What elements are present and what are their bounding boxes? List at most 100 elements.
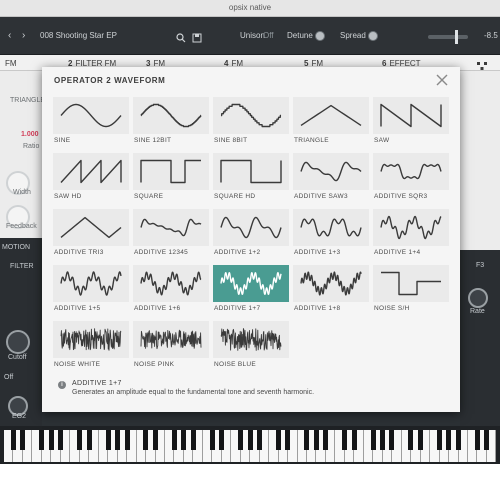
black-keys[interactable] — [4, 430, 496, 450]
black-key[interactable] — [238, 430, 244, 450]
waveform-option[interactable]: SAW HD — [53, 153, 129, 205]
search-icon[interactable] — [176, 30, 186, 48]
waveform-option[interactable]: TRIANGLE — [293, 97, 369, 149]
black-key[interactable] — [209, 430, 215, 450]
waveform-label: NOISE PINK — [134, 361, 175, 368]
waveform-option[interactable]: ADDITIVE 1+3 — [293, 209, 369, 261]
black-key[interactable] — [417, 430, 423, 450]
waveform-grid: SINE SINE 12BIT SINE 8BIT TRIANGLE SAW SAW HD… — [42, 67, 460, 377]
waveform-option[interactable]: ADDITIVE 1+4 — [373, 209, 449, 261]
black-key[interactable] — [181, 430, 187, 450]
black-key[interactable] — [389, 430, 395, 450]
waveform-option[interactable]: SINE 8BIT — [213, 97, 289, 149]
black-key[interactable] — [86, 430, 92, 450]
waveform-label: SAW HD — [54, 193, 82, 200]
saw-wave-icon — [373, 97, 449, 134]
additive-1-7-wave-icon — [213, 265, 289, 302]
black-key[interactable] — [219, 430, 225, 450]
waveform-picker-dialog: OPERATOR 2 WAVEFORM SINE SINE 12BIT SINE 8… — [42, 67, 460, 412]
unison-label: Unison — [240, 31, 265, 40]
black-key[interactable] — [124, 430, 130, 450]
waveform-option[interactable]: SQUARE HD — [213, 153, 289, 205]
additive-1-4-wave-icon — [373, 209, 449, 246]
detune-label: Detune — [287, 31, 313, 40]
black-key[interactable] — [115, 430, 121, 450]
right-motion-panel: F3 Rate — [460, 250, 500, 426]
black-key[interactable] — [285, 430, 291, 450]
black-key[interactable] — [39, 430, 45, 450]
filter-mode-value[interactable]: Off — [4, 374, 13, 381]
black-key[interactable] — [171, 430, 177, 450]
black-key[interactable] — [351, 430, 357, 450]
black-key[interactable] — [342, 430, 348, 450]
black-key[interactable] — [77, 430, 83, 450]
cutoff-knob[interactable] — [6, 330, 30, 354]
black-key[interactable] — [152, 430, 158, 450]
rate-knob[interactable] — [468, 288, 488, 308]
waveform-option[interactable]: NOISE WHITE — [53, 321, 129, 373]
waveform-option[interactable]: ADDITIVE 1+2 — [213, 209, 289, 261]
black-key[interactable] — [484, 430, 490, 450]
waveform-option[interactable]: SAW — [373, 97, 449, 149]
waveform-label: ADDITIVE 12345 — [134, 249, 189, 256]
cutoff-label: Cutoff — [8, 354, 27, 361]
additive-1-5-wave-icon — [53, 265, 129, 302]
ratio-value: 1.000 — [21, 131, 39, 138]
spread-knob[interactable] — [368, 31, 378, 41]
black-key[interactable] — [190, 430, 196, 450]
black-key[interactable] — [436, 430, 442, 450]
tab-operator-1[interactable]: FM — [2, 55, 17, 71]
black-key[interactable] — [105, 430, 111, 450]
black-key[interactable] — [455, 430, 461, 450]
black-key[interactable] — [256, 430, 262, 450]
black-key[interactable] — [446, 430, 452, 450]
master-volume-value: -8.5 — [484, 31, 498, 40]
waveform-option[interactable]: ADDITIVE 1+6 — [133, 265, 209, 317]
waveform-label: NOISE S/H — [374, 305, 410, 312]
detune-knob[interactable] — [315, 31, 325, 41]
prev-preset-icon[interactable]: ‹ — [8, 30, 11, 41]
black-key[interactable] — [304, 430, 310, 450]
save-icon[interactable] — [192, 30, 202, 48]
unison-value[interactable]: Off — [263, 31, 274, 40]
next-preset-icon[interactable]: › — [22, 30, 25, 41]
black-key[interactable] — [48, 430, 54, 450]
master-volume-thumb[interactable] — [455, 30, 458, 44]
preset-name[interactable]: 008 Shooting Star EP — [40, 31, 117, 40]
waveform-option[interactable]: SQUARE — [133, 153, 209, 205]
waveform-option[interactable]: ADDITIVE SAW3 — [293, 153, 369, 205]
black-key[interactable] — [474, 430, 480, 450]
additive-1-6-wave-icon — [133, 265, 209, 302]
waveform-label: SINE 8BIT — [214, 137, 248, 144]
black-key[interactable] — [143, 430, 149, 450]
waveform-option[interactable]: ADDITIVE 12345 — [133, 209, 209, 261]
waveform-label: ADDITIVE 1+8 — [294, 305, 341, 312]
waveform-option[interactable]: ADDITIVE 1+8 — [293, 265, 369, 317]
waveform-option[interactable]: NOISE BLUE — [213, 321, 289, 373]
black-key[interactable] — [370, 430, 376, 450]
waveform-option[interactable]: SINE 12BIT — [133, 97, 209, 149]
left-motion-panel: MOTION FILTER Cutoff Off EG2 — [0, 238, 42, 426]
waveform-option[interactable]: ADDITIVE 1+7 — [213, 265, 289, 317]
black-key[interactable] — [10, 430, 16, 450]
f3-label: F3 — [476, 262, 485, 269]
waveform-option[interactable]: NOISE S/H — [373, 265, 449, 317]
waveform-option[interactable]: ADDITIVE TRI3 — [53, 209, 129, 261]
master-volume-slider[interactable] — [428, 35, 468, 39]
black-key[interactable] — [408, 430, 414, 450]
waveform-option[interactable]: ADDITIVE SQR3 — [373, 153, 449, 205]
black-key[interactable] — [58, 430, 64, 450]
waveform-option[interactable]: ADDITIVE 1+5 — [53, 265, 129, 317]
black-key[interactable] — [313, 430, 319, 450]
black-key[interactable] — [379, 430, 385, 450]
black-key[interactable] — [20, 430, 26, 450]
waveform-option[interactable]: SINE — [53, 97, 129, 149]
black-key[interactable] — [247, 430, 253, 450]
piano-keyboard[interactable] — [0, 426, 500, 464]
waveform-option[interactable]: NOISE PINK — [133, 321, 209, 373]
black-key[interactable] — [275, 430, 281, 450]
filter-label: FILTER — [10, 263, 34, 270]
triangle-wave-icon — [293, 97, 369, 134]
additive-1-2-wave-icon — [213, 209, 289, 246]
black-key[interactable] — [323, 430, 329, 450]
